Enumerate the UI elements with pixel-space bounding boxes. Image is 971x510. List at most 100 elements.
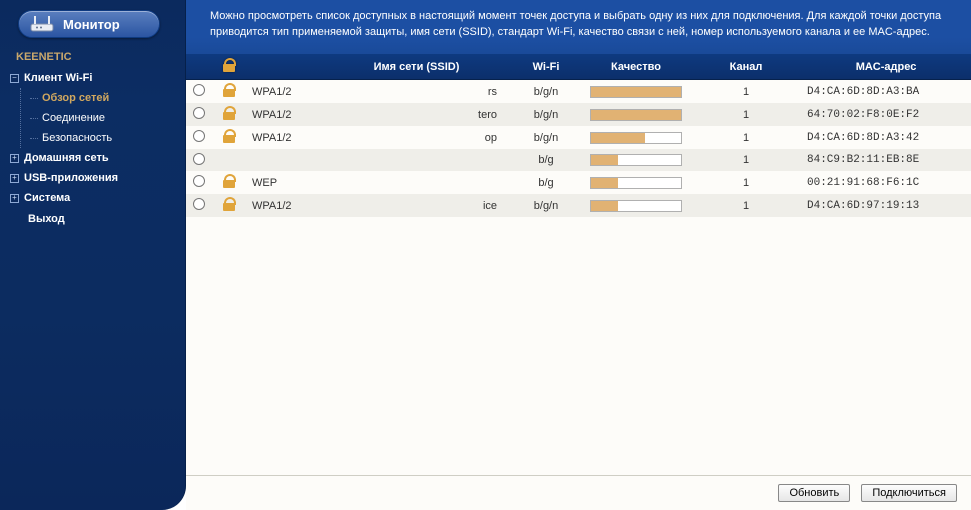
row-lock-cell xyxy=(212,149,246,171)
row-ssid xyxy=(322,149,511,171)
col-header-mac: MAC-адрес xyxy=(801,54,971,80)
lock-icon xyxy=(223,58,235,72)
row-wifi-standard: b/g/n xyxy=(511,103,581,126)
quality-bar xyxy=(590,177,682,189)
row-quality xyxy=(581,103,691,126)
row-channel: 1 xyxy=(691,149,801,171)
nav-leaf-connection[interactable]: Соединение xyxy=(30,108,181,128)
row-quality xyxy=(581,80,691,104)
row-wifi-standard: b/g/n xyxy=(511,80,581,104)
row-select-radio[interactable] xyxy=(193,84,205,96)
lock-icon xyxy=(223,83,235,97)
networks-table: Имя сети (SSID) Wi-Fi Качество Канал MAC… xyxy=(186,54,971,217)
page-description: Можно просмотреть список доступных в нас… xyxy=(186,0,971,54)
refresh-button[interactable]: Обновить xyxy=(778,484,850,502)
nav-item-home-network[interactable]: + Домашняя сеть xyxy=(10,148,181,168)
row-mac: D4:CA:6D:8D:A3:BA xyxy=(801,80,971,104)
row-security: WPA1/2 xyxy=(246,126,322,149)
monitor-tab-label: Монитор xyxy=(63,17,120,32)
row-lock-cell xyxy=(212,194,246,217)
table-row[interactable]: WEP b/g 100:21:91:68:F6:1C xyxy=(186,171,971,194)
row-wifi-standard: b/g xyxy=(511,149,581,171)
row-mac: 64:70:02:F8:0E:F2 xyxy=(801,103,971,126)
main-panel: Можно просмотреть список доступных в нас… xyxy=(186,0,971,510)
row-select-cell xyxy=(186,80,212,104)
nav-item-system[interactable]: + Система xyxy=(10,188,181,208)
row-channel: 1 xyxy=(691,103,801,126)
nav-item-wifi-client[interactable]: − Клиент Wi-Fi xyxy=(10,68,181,88)
row-wifi-standard: b/g/n xyxy=(511,126,581,149)
row-ssid: ice xyxy=(322,194,511,217)
connect-button[interactable]: Подключиться xyxy=(861,484,957,502)
lock-icon xyxy=(223,197,235,211)
router-icon xyxy=(29,15,55,33)
row-mac: 00:21:91:68:F6:1C xyxy=(801,171,971,194)
row-security: WEP xyxy=(246,171,322,194)
col-header-security xyxy=(246,54,322,80)
row-quality xyxy=(581,194,691,217)
row-quality xyxy=(581,126,691,149)
row-security: WPA1/2 xyxy=(246,194,322,217)
row-select-radio[interactable] xyxy=(193,130,205,142)
row-lock-cell xyxy=(212,171,246,194)
table-row[interactable]: WPA1/2opb/g/n1D4:CA:6D:8D:A3:42 xyxy=(186,126,971,149)
row-select-radio[interactable] xyxy=(193,198,205,210)
table-row[interactable]: WPA1/2iceb/g/n1D4:CA:6D:97:19:13 xyxy=(186,194,971,217)
row-select-cell xyxy=(186,171,212,194)
sidebar: Монитор KEENETIC − Клиент Wi-Fi Обзор се… xyxy=(0,0,186,510)
row-ssid xyxy=(322,171,511,194)
row-lock-cell xyxy=(212,126,246,149)
nav-menu: KEENETIC − Клиент Wi-Fi Обзор сетей Соед… xyxy=(0,44,185,238)
quality-bar xyxy=(590,154,682,166)
table-row[interactable]: b/g184:C9:B2:11:EB:8E xyxy=(186,149,971,171)
row-ssid: rs xyxy=(322,80,511,104)
collapse-icon: − xyxy=(10,74,19,83)
networks-table-wrap: Имя сети (SSID) Wi-Fi Качество Канал MAC… xyxy=(186,54,971,475)
row-select-cell xyxy=(186,194,212,217)
col-header-wifi: Wi-Fi xyxy=(511,54,581,80)
quality-bar xyxy=(590,132,682,144)
row-select-cell xyxy=(186,103,212,126)
row-select-radio[interactable] xyxy=(193,153,205,165)
col-header-channel: Канал xyxy=(691,54,801,80)
quality-bar xyxy=(590,86,682,98)
row-lock-cell xyxy=(212,80,246,104)
row-ssid: tero xyxy=(322,103,511,126)
row-select-radio[interactable] xyxy=(193,175,205,187)
col-header-radio xyxy=(186,54,212,80)
brand-label: KEENETIC xyxy=(10,46,181,68)
table-row[interactable]: WPA1/2rsb/g/n 1D4:CA:6D:8D:A3:BA xyxy=(186,80,971,104)
expand-icon: + xyxy=(10,154,19,163)
row-channel: 1 xyxy=(691,194,801,217)
nav-exit[interactable]: Выход xyxy=(10,208,181,228)
row-lock-cell xyxy=(212,103,246,126)
table-row[interactable]: WPA1/2terob/g/n 164:70:02:F8:0E:F2 xyxy=(186,103,971,126)
footer-bar: Обновить Подключиться xyxy=(186,475,971,510)
row-wifi-standard: b/g xyxy=(511,171,581,194)
col-header-lock xyxy=(212,54,246,80)
nav-leaf-security[interactable]: Безопасность xyxy=(30,128,181,148)
row-select-cell xyxy=(186,126,212,149)
row-security xyxy=(246,149,322,171)
col-header-quality: Качество xyxy=(581,54,691,80)
row-mac: D4:CA:6D:97:19:13 xyxy=(801,194,971,217)
row-security: WPA1/2 xyxy=(246,80,322,104)
row-quality xyxy=(581,171,691,194)
quality-bar xyxy=(590,109,682,121)
nav-item-usb-apps[interactable]: + USB-приложения xyxy=(10,168,181,188)
row-channel: 1 xyxy=(691,171,801,194)
row-mac: D4:CA:6D:8D:A3:42 xyxy=(801,126,971,149)
row-security: WPA1/2 xyxy=(246,103,322,126)
row-channel: 1 xyxy=(691,126,801,149)
row-quality xyxy=(581,149,691,171)
row-select-cell xyxy=(186,149,212,171)
nav-leaf-overview[interactable]: Обзор сетей xyxy=(30,88,181,108)
monitor-tab[interactable]: Монитор xyxy=(18,10,160,38)
row-channel: 1 xyxy=(691,80,801,104)
nav-branch-wifi-client: Обзор сетей Соединение Безопасность xyxy=(10,88,181,148)
expand-icon: + xyxy=(10,174,19,183)
expand-icon: + xyxy=(10,194,19,203)
row-select-radio[interactable] xyxy=(193,107,205,119)
lock-icon xyxy=(223,174,235,188)
col-header-ssid: Имя сети (SSID) xyxy=(322,54,511,80)
